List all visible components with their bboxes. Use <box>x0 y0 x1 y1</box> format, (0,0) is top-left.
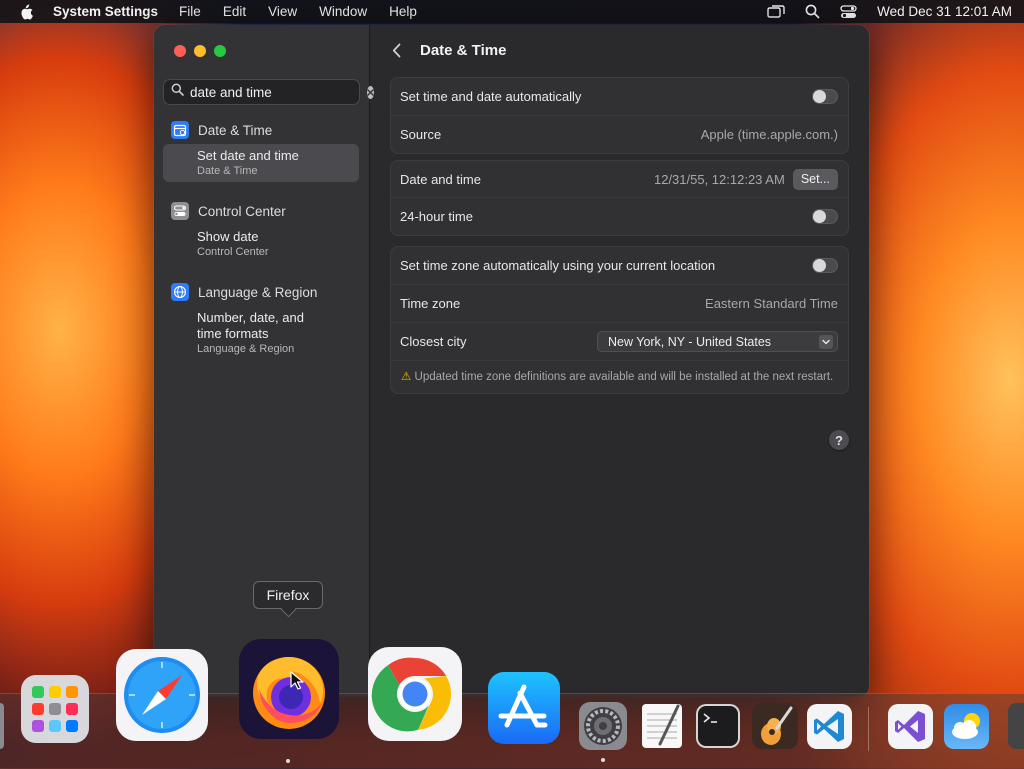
system-settings-running-indicator <box>601 758 605 762</box>
dock-separator <box>868 707 869 751</box>
apple-menu-icon[interactable] <box>18 4 33 20</box>
help-button[interactable]: ? <box>829 430 849 450</box>
menu-bar-clock[interactable]: Wed Dec 31 12:01 AM <box>877 4 1012 19</box>
firefox-running-indicator <box>286 759 290 763</box>
vscode-icon[interactable] <box>806 703 853 750</box>
result-header[interactable]: Control Center <box>163 199 359 223</box>
closest-city-label: Closest city <box>400 334 467 349</box>
auto-timezone-row: Set time zone automatically using your c… <box>391 247 848 284</box>
finder-icon-partial[interactable] <box>0 703 4 749</box>
result-title: Control Center <box>198 203 286 219</box>
auto-timezone-label: Set time zone automatically using your c… <box>400 258 716 273</box>
textedit-icon[interactable] <box>638 702 686 750</box>
maximize-button[interactable] <box>214 45 226 57</box>
timezone-row: Time zone Eastern Standard Time <box>391 284 848 322</box>
hour24-row: 24-hour time <box>391 197 848 235</box>
app-name-menu[interactable]: System Settings <box>53 4 158 19</box>
result-item-source: Date & Time <box>197 165 258 177</box>
auto-timezone-toggle[interactable] <box>812 258 838 273</box>
time-sync-group: Set time and date automatically Source A… <box>390 77 849 154</box>
terminal-icon[interactable] <box>695 703 741 749</box>
chevron-down-icon <box>819 334 833 349</box>
trash-icon-partial[interactable] <box>1008 703 1024 749</box>
result-header[interactable]: Date & Time <box>163 118 359 142</box>
close-button[interactable] <box>174 45 186 57</box>
dock-tooltip: Firefox <box>253 581 323 609</box>
hour24-toggle[interactable] <box>812 209 838 224</box>
result-header[interactable]: Language & Region <box>163 280 359 304</box>
safari-icon[interactable] <box>113 646 210 743</box>
result-group-language-region: Language & Region Number, date, and time… <box>163 280 359 360</box>
result-item-source: Language & Region <box>197 343 295 355</box>
weather-icon[interactable] <box>943 703 990 750</box>
mouse-cursor-icon <box>290 671 304 696</box>
source-value: Apple (time.apple.com.) <box>700 127 838 142</box>
result-title: Date & Time <box>198 122 273 138</box>
control-center-icon[interactable] <box>839 4 857 20</box>
menu-edit[interactable]: Edit <box>223 4 246 19</box>
menu-file[interactable]: File <box>179 4 201 19</box>
launchpad-icon[interactable] <box>18 673 92 745</box>
result-item-label: Show date <box>197 229 259 244</box>
timezone-label: Time zone <box>400 296 461 311</box>
menu-window[interactable]: Window <box>319 4 367 19</box>
warning-icon: ⚠ <box>401 371 412 383</box>
set-date-time-button[interactable]: Set... <box>792 168 838 190</box>
firefox-icon[interactable] <box>236 636 341 741</box>
closest-city-row: Closest city New York, NY - United State… <box>391 322 848 360</box>
globe-icon <box>171 283 189 301</box>
spotlight-search-icon[interactable] <box>803 4 821 20</box>
system-settings-icon[interactable] <box>578 701 628 751</box>
date-time-group: Date and time 12/31/55, 12:12:23 AM Set.… <box>390 160 849 236</box>
chrome-icon[interactable] <box>366 645 464 743</box>
search-icon <box>171 83 184 101</box>
result-item-label: Set date and time <box>197 148 299 163</box>
result-item-show-date[interactable]: Show date Control Center <box>163 225 359 263</box>
control-center-icon <box>171 202 189 220</box>
time-zone-group: Set time zone automatically using your c… <box>390 246 849 394</box>
menu-help[interactable]: Help <box>389 4 417 19</box>
menu-bar: System Settings File Edit View Window He… <box>0 0 1024 23</box>
result-item-set-date-and-time[interactable]: Set date and time Date & Time <box>163 144 359 182</box>
closest-city-select[interactable]: New York, NY - United States <box>597 331 838 352</box>
screen-mirroring-icon[interactable] <box>767 4 785 20</box>
result-title: Language & Region <box>198 284 318 300</box>
search-input[interactable] <box>190 84 367 100</box>
garageband-icon[interactable] <box>751 702 799 750</box>
result-group-control-center: Control Center Show date Control Center <box>163 199 359 263</box>
closest-city-value: New York, NY - United States <box>608 334 772 349</box>
app-store-icon[interactable] <box>486 670 561 745</box>
menu-view[interactable]: View <box>268 4 297 19</box>
calendar-clock-icon <box>171 121 189 139</box>
search-field[interactable] <box>163 79 374 105</box>
timezone-update-notice: ⚠ Updated time zone definitions are avai… <box>391 360 848 393</box>
hour24-label: 24-hour time <box>400 209 473 224</box>
source-label: Source <box>400 127 442 142</box>
back-button[interactable] <box>388 41 404 59</box>
minimize-button[interactable] <box>194 45 206 57</box>
source-row: Source Apple (time.apple.com.) <box>391 115 848 153</box>
result-item-source: Control Center <box>197 246 269 258</box>
notice-text: Updated time zone definitions are availa… <box>414 371 834 383</box>
date-time-value: 12/31/55, 12:12:23 AM <box>653 171 785 187</box>
timezone-value: Eastern Standard Time <box>705 296 838 311</box>
window-controls <box>174 45 226 57</box>
page-title: Date & Time <box>420 41 507 59</box>
auto-time-toggle[interactable] <box>812 89 838 104</box>
date-time-label: Date and time <box>400 171 481 187</box>
auto-time-label: Set time and date automatically <box>400 89 582 104</box>
result-item-number-date-time-formats[interactable]: Number, date, and time formats Language … <box>163 306 359 360</box>
date-time-row: Date and time 12/31/55, 12:12:23 AM Set.… <box>391 161 848 197</box>
visual-studio-icon[interactable] <box>887 703 934 750</box>
result-item-label: Number, date, and time formats <box>197 310 304 341</box>
settings-content: Date & Time Set time and date automatica… <box>370 25 869 697</box>
auto-time-row: Set time and date automatically <box>391 78 848 115</box>
result-group-date-time: Date & Time Set date and time Date & Tim… <box>163 118 359 182</box>
content-header: Date & Time <box>388 41 506 59</box>
